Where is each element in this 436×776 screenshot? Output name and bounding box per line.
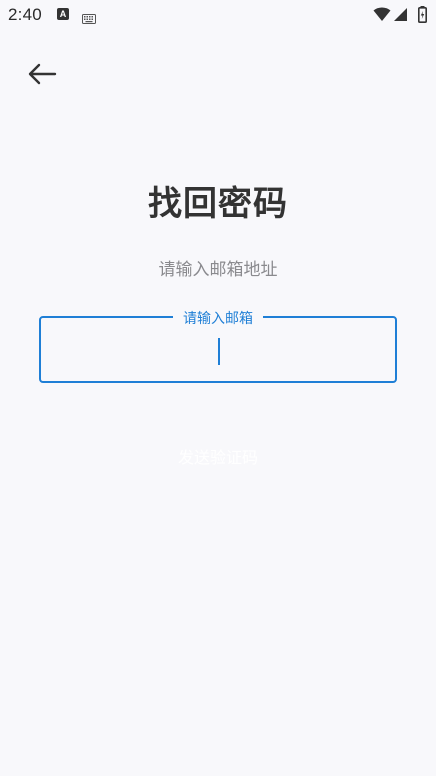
- arrow-left-icon: [27, 63, 57, 89]
- email-field-label: 请输入邮箱: [173, 308, 263, 328]
- back-button[interactable]: [22, 58, 62, 94]
- status-bar: 2:40 A: [0, 0, 436, 30]
- text-cursor: [218, 338, 220, 365]
- a-notification-icon: A: [57, 8, 69, 20]
- page-subtitle: 请输入邮箱地址: [158, 260, 278, 280]
- page-title: 找回密码: [148, 184, 288, 224]
- email-field[interactable]: 请输入邮箱: [39, 308, 397, 383]
- keyboard-icon: [82, 9, 96, 28]
- battery-icon: [418, 6, 428, 27]
- send-code-button[interactable]: 发送验证码: [39, 440, 397, 476]
- signal-icon: [393, 7, 408, 26]
- status-time: 2:40: [8, 5, 42, 24]
- wifi-icon: [373, 7, 391, 26]
